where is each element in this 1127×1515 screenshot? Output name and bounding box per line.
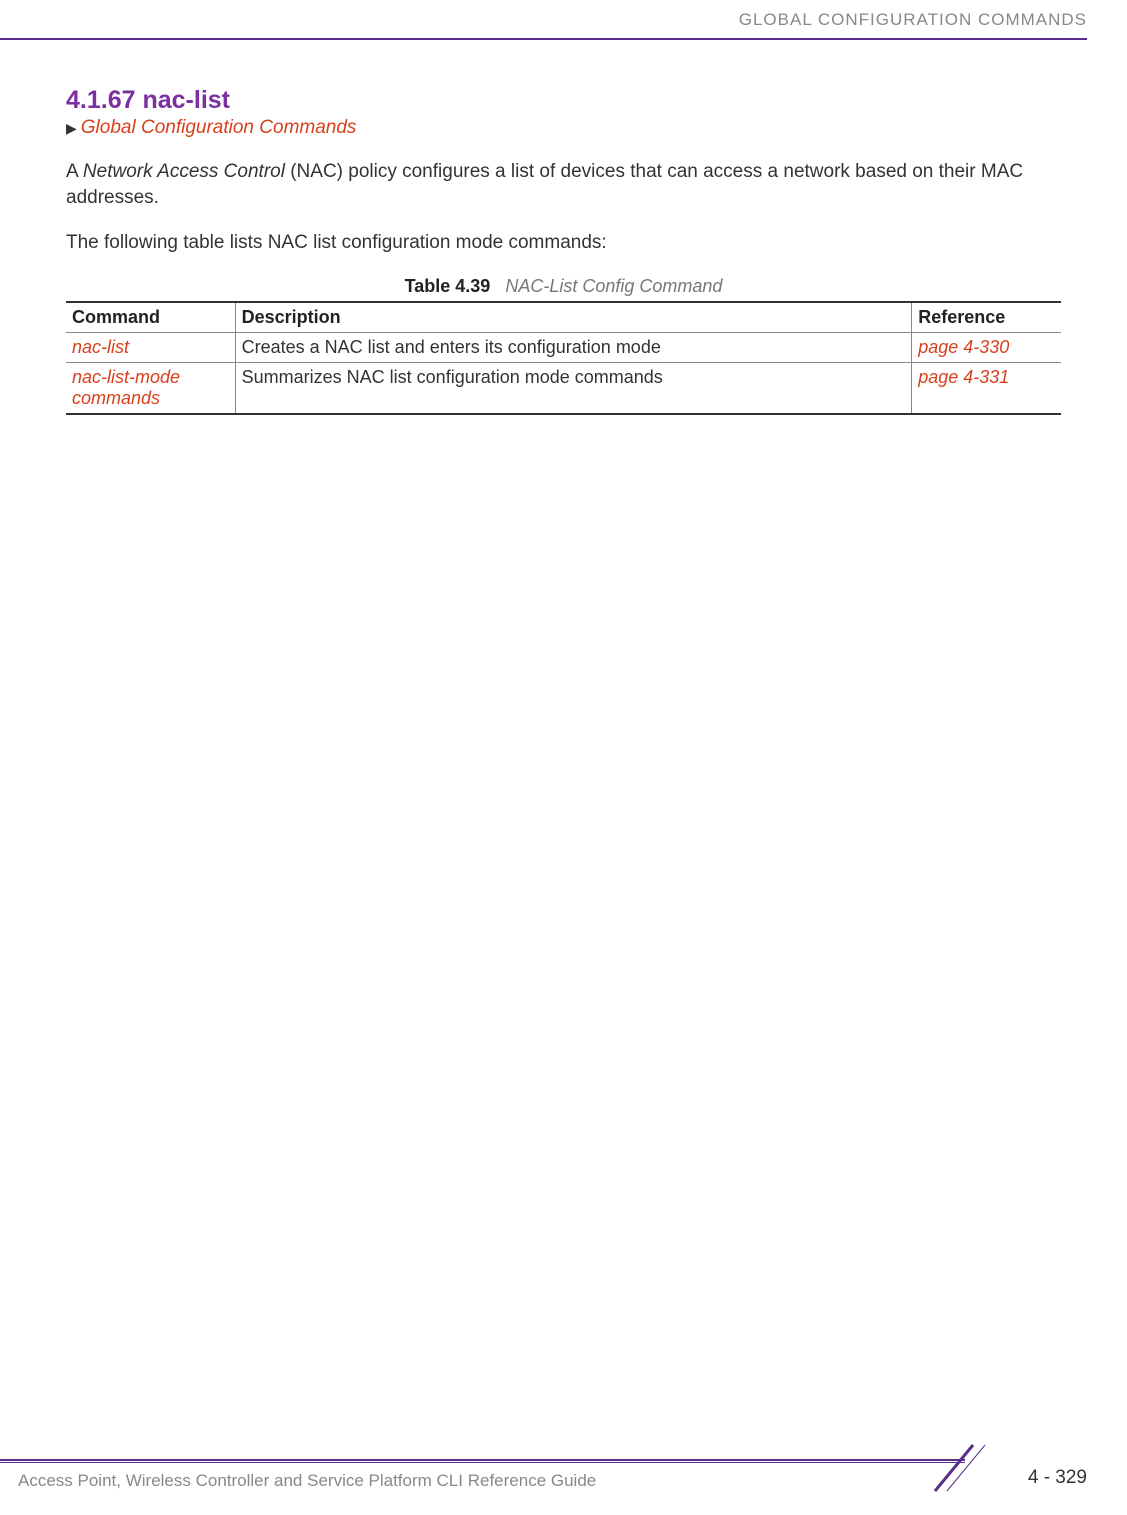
footer: Access Point, Wireless Controller and Se… <box>0 1459 1127 1495</box>
header-rule <box>0 38 1087 40</box>
breadcrumb-arrow-icon: ▶ <box>66 120 77 137</box>
reference-link[interactable]: page 4-331 <box>918 367 1009 387</box>
table-header-row: Command Description Reference <box>66 302 1061 333</box>
footer-rule <box>0 1459 965 1461</box>
content-area: 4.1.67 nac-list ▶ Global Configuration C… <box>66 86 1061 415</box>
footer-rule-thin <box>0 1462 965 1463</box>
command-link[interactable]: nac-list <box>72 337 129 357</box>
footer-guide-title: Access Point, Wireless Controller and Se… <box>18 1471 596 1491</box>
command-table: Command Description Reference nac-list C… <box>66 301 1061 415</box>
section-name: nac-list <box>142 86 230 114</box>
col-header-command: Command <box>66 302 235 333</box>
paragraph-2: The following table lists NAC list confi… <box>66 230 1061 256</box>
slash-icon <box>927 1439 997 1499</box>
command-description: Summarizes NAC list configuration mode c… <box>235 362 912 414</box>
table-caption-title: NAC-List Config Command <box>505 276 722 296</box>
table-row: nac-list Creates a NAC list and enters i… <box>66 332 1061 362</box>
command-description: Creates a NAC list and enters its config… <box>235 332 912 362</box>
paragraph-1: A Network Access Control (NAC) policy co… <box>66 159 1061 210</box>
col-header-description: Description <box>235 302 912 333</box>
reference-link[interactable]: page 4-330 <box>918 337 1009 357</box>
table-caption: Table 4.39 NAC-List Config Command <box>66 276 1061 297</box>
command-link[interactable]: nac-list-mode commands <box>72 367 180 408</box>
section-number: 4.1.67 <box>66 86 136 114</box>
page-number: 4 - 329 <box>1028 1467 1087 1489</box>
running-header: GLOBAL CONFIGURATION COMMANDS <box>739 10 1087 30</box>
p1-italic: Network Access Control <box>83 161 285 182</box>
section-title: 4.1.67 nac-list <box>66 86 1061 115</box>
p1-prefix: A <box>66 161 83 182</box>
table-row: nac-list-mode commands Summarizes NAC li… <box>66 362 1061 414</box>
col-header-reference: Reference <box>912 302 1061 333</box>
breadcrumb[interactable]: ▶ Global Configuration Commands <box>66 117 1061 139</box>
breadcrumb-text: Global Configuration Commands <box>81 117 357 139</box>
page-corner-mark: 4 - 329 <box>947 1449 1087 1495</box>
table-caption-label: Table 4.39 <box>405 276 491 296</box>
